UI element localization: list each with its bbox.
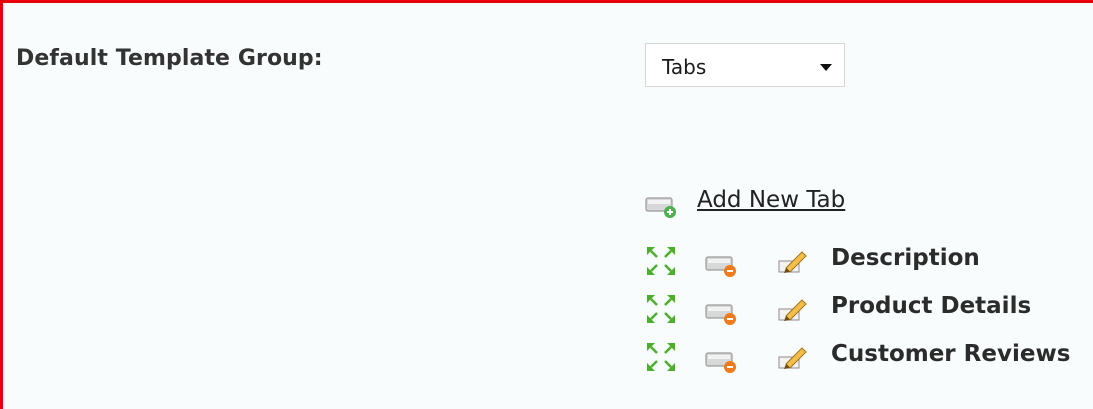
tab-label: Description — [831, 245, 980, 271]
chevron-down-icon — [820, 64, 832, 71]
default-template-group-label: Default Template Group: — [16, 46, 323, 71]
tab-row-description: Description — [643, 241, 1093, 281]
add-tab-icon[interactable] — [645, 193, 679, 219]
edit-pencil-icon[interactable] — [777, 297, 809, 323]
edit-pencil-icon[interactable] — [777, 345, 809, 371]
edit-pencil-icon[interactable] — [777, 249, 809, 275]
move-arrows-icon[interactable] — [645, 293, 677, 325]
template-group-select[interactable]: Tabs — [645, 43, 845, 87]
delete-tab-icon[interactable] — [705, 348, 739, 374]
template-group-panel: Default Template Group: Tabs Add New Tab — [0, 0, 1093, 409]
tab-row-product-details: Product Details — [643, 289, 1093, 329]
template-group-select-value: Tabs — [662, 55, 707, 79]
delete-tab-icon[interactable] — [705, 300, 739, 326]
move-arrows-icon[interactable] — [645, 245, 677, 277]
tab-row-customer-reviews: Customer Reviews — [643, 337, 1093, 377]
tab-label: Customer Reviews — [831, 341, 1071, 367]
delete-tab-icon[interactable] — [705, 252, 739, 278]
move-arrows-icon[interactable] — [645, 341, 677, 373]
tab-label: Product Details — [831, 293, 1032, 319]
add-new-tab-link[interactable]: Add New Tab — [697, 187, 845, 213]
